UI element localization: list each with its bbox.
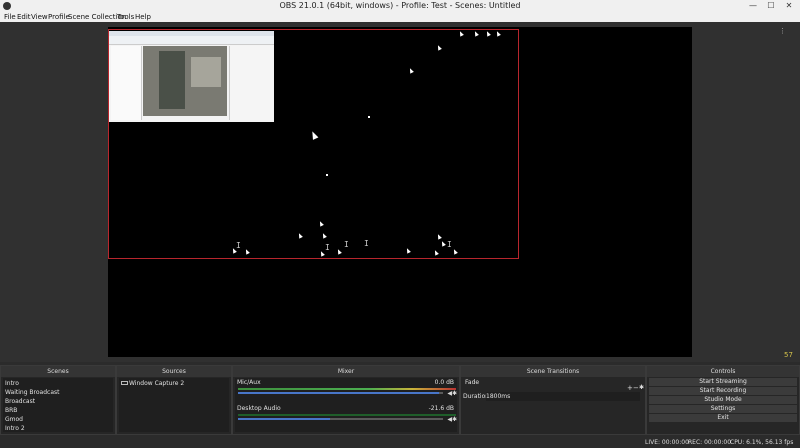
corner-readout: 57 [784, 351, 793, 359]
channel-db: -21.6 dB [428, 405, 454, 412]
text-cursor-icon: I [325, 243, 330, 252]
maximize-button[interactable]: ☐ [762, 0, 780, 12]
channel-db: 0.0 dB [434, 379, 454, 386]
channel-name: Mic/Aux [237, 379, 261, 386]
status-bar: LIVE: 00:00:00 REC: 00:00:00 CPU: 6.1%, … [0, 436, 800, 448]
thumb-scene-object [159, 51, 185, 109]
minimize-button[interactable]: — [744, 0, 762, 12]
menu-edit[interactable]: Edit [17, 12, 31, 22]
title-bar: OBS 21.0.1 (64bit, windows) - Profile: T… [0, 0, 800, 12]
transitions-dock: Scene Transitions Fade + − ✱ Duration 18… [460, 365, 646, 435]
scene-item[interactable]: Broadcast [5, 397, 35, 406]
studio-mode-button[interactable]: Studio Mode [649, 396, 797, 404]
thumb-right-panel [229, 46, 273, 120]
window-title: OBS 21.0.1 (64bit, windows) - Profile: T… [279, 1, 521, 10]
volume-slider-fill [238, 418, 330, 420]
thumb-ribbon [109, 36, 274, 45]
window-capture-thumbnail [109, 31, 274, 122]
scene-item[interactable]: Intro 2 [5, 424, 25, 433]
pixel-dot [326, 174, 328, 176]
text-cursor-icon: I [236, 241, 241, 250]
channel-gear-icon[interactable]: ✱ [452, 390, 457, 397]
close-button[interactable]: ✕ [780, 0, 798, 12]
scenes-dock-title: Scenes [1, 366, 115, 377]
thumb-left-panel [111, 46, 142, 120]
sources-dock: Sources Window Capture 2 [116, 365, 232, 435]
duration-input[interactable]: 1800ms [486, 392, 640, 401]
transitions-dock-title: Scene Transitions [461, 366, 645, 377]
preview-options-button[interactable]: ⋮ [779, 27, 793, 35]
controls-dock: Controls Start Streaming Start Recording… [646, 365, 800, 435]
exit-button[interactable]: Exit [649, 414, 797, 422]
sources-dock-title: Sources [117, 366, 231, 377]
remove-transition-icon[interactable]: − [633, 384, 639, 392]
rec-timer: REC: 00:00:00 [688, 439, 732, 446]
transition-select[interactable]: Fade [465, 378, 479, 387]
controls-dock-title: Controls [647, 366, 799, 377]
add-transition-icon[interactable]: + [627, 384, 633, 392]
pixel-dot [368, 116, 370, 118]
menu-help[interactable]: Help [135, 12, 151, 22]
mixer-dock-title: Mixer [233, 366, 459, 377]
live-timer: LIVE: 00:00:00 [645, 439, 689, 446]
visibility-eye-icon[interactable] [121, 381, 128, 385]
scene-item[interactable]: Intro [5, 379, 19, 388]
text-cursor-icon: I [344, 240, 349, 249]
channel-gear-icon[interactable]: ✱ [452, 416, 457, 423]
scene-item[interactable]: Gmod [5, 415, 23, 424]
settings-button[interactable]: Settings [649, 405, 797, 413]
audio-meter [238, 414, 456, 416]
text-cursor-icon: I [364, 239, 369, 248]
scene-item[interactable]: BRB [5, 406, 17, 415]
menu-bar: File Edit View Profile Scene Collection … [0, 12, 800, 22]
start-recording-button[interactable]: Start Recording [649, 387, 797, 395]
scenes-dock: Scenes Intro Waiting Broadcast Broadcast… [0, 365, 116, 435]
menu-file[interactable]: File [4, 12, 16, 22]
thumb-scene-object-2 [191, 57, 221, 87]
volume-slider-fill [238, 392, 439, 394]
transition-gear-icon[interactable]: ✱ [639, 384, 644, 391]
text-cursor-icon: I [447, 240, 452, 249]
start-streaming-button[interactable]: Start Streaming [649, 378, 797, 386]
scenes-list[interactable]: Intro Waiting Broadcast Broadcast BRB Gm… [3, 378, 113, 432]
audio-meter [238, 388, 456, 390]
source-item[interactable]: Window Capture 2 [129, 379, 184, 388]
menu-profile[interactable]: Profile [48, 12, 70, 22]
mixer-dock: Mixer Mic/Aux 0.0 dB ◀ ✱ Desktop Audio -… [232, 365, 460, 435]
sources-list[interactable]: Window Capture 2 [119, 378, 229, 432]
scene-item[interactable]: Waiting Broadcast [5, 388, 60, 397]
cpu-fps: CPU: 6.1%, 56.13 fps [730, 439, 794, 446]
menu-view[interactable]: View [31, 12, 48, 22]
mixer-body: Mic/Aux 0.0 dB ◀ ✱ Desktop Audio -21.6 d… [235, 378, 457, 432]
channel-name: Desktop Audio [237, 405, 281, 412]
menu-tools[interactable]: Tools [117, 12, 134, 22]
